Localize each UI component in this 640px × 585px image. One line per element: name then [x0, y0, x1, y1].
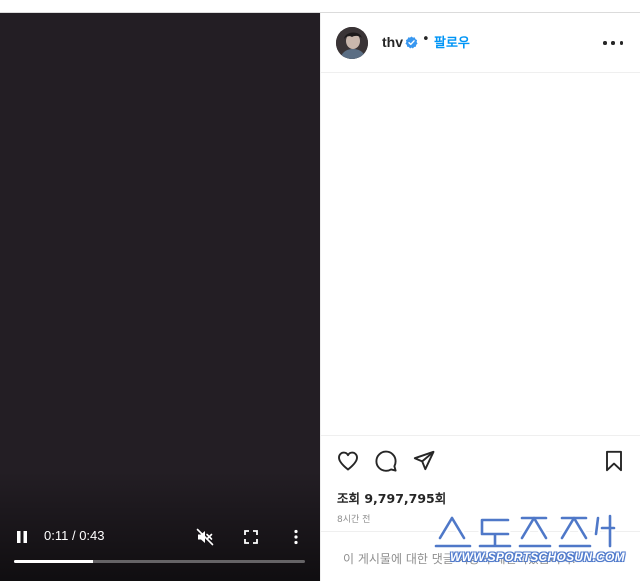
- more-vertical-icon: [294, 529, 298, 545]
- more-horizontal-icon-dot: [619, 41, 623, 45]
- verified-badge-icon: [405, 36, 418, 49]
- follow-button[interactable]: 팔로우: [434, 32, 470, 51]
- video-progress-fill: [14, 560, 93, 563]
- post-options-button[interactable]: [603, 35, 623, 51]
- video-more-button[interactable]: [284, 525, 308, 549]
- post-header: thv • 팔로우: [321, 13, 640, 73]
- view-count: 조회 9,797,795회: [337, 491, 447, 506]
- header-separator: •: [422, 32, 430, 47]
- pause-button[interactable]: [10, 525, 34, 549]
- video-current-time: 0:11: [44, 528, 69, 543]
- comment-button[interactable]: [373, 448, 399, 474]
- video-time: 0:11 / 0:43: [44, 528, 105, 543]
- username[interactable]: thv: [382, 34, 403, 50]
- video-total-time: 0:43: [79, 528, 105, 543]
- video-time-separator: /: [68, 528, 80, 543]
- like-button[interactable]: [335, 448, 361, 474]
- video-player[interactable]: 0:11 / 0:43: [0, 13, 320, 581]
- muted-speaker-icon: [196, 528, 214, 546]
- video-controls-bar: 0:11 / 0:43: [0, 525, 320, 549]
- post-dialog: 0:11 / 0:43 thv • 팔로우 조회 9,797,795회 8시간 …: [0, 12, 640, 581]
- more-horizontal-icon-dot: [603, 41, 607, 45]
- fullscreen-icon: [244, 530, 258, 544]
- bookmark-icon: [606, 450, 622, 472]
- pause-icon: [17, 531, 27, 543]
- post-side-panel: thv • 팔로우 조회 9,797,795회 8시간 전 이 게시물에 대한 …: [320, 13, 640, 581]
- sportschosun-watermark: WWW.SPORTSCHOSUN.COM: [420, 512, 625, 574]
- share-button[interactable]: [411, 448, 437, 474]
- share-icon: [413, 450, 435, 471]
- comments-area: [321, 74, 640, 436]
- video-progress-bar[interactable]: [14, 560, 305, 563]
- profile-photo-icon: [336, 27, 368, 59]
- heart-icon: [338, 451, 358, 471]
- save-button[interactable]: [601, 448, 627, 474]
- post-time[interactable]: 8시간 전: [337, 512, 370, 525]
- fullscreen-button[interactable]: [239, 525, 263, 549]
- post-actions: [321, 435, 640, 485]
- more-horizontal-icon-dot: [611, 41, 615, 45]
- comment-icon: [375, 450, 397, 472]
- mute-button[interactable]: [193, 525, 217, 549]
- watermark-url: WWW.SPORTSCHOSUN.COM: [450, 550, 625, 564]
- sportschosun-logo-icon: [432, 512, 618, 550]
- avatar[interactable]: [336, 27, 368, 59]
